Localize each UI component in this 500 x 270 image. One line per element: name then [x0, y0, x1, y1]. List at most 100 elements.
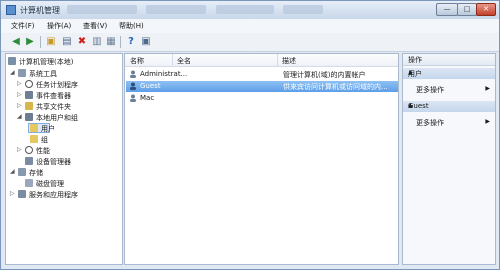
actions-pane: 操作 用户 ▲ 更多操作 ▶ Guest ▲ 更多操作 ▶ — [402, 53, 496, 265]
user-icon — [129, 82, 137, 90]
menu-action[interactable]: 操作(A) — [47, 21, 71, 31]
tree-label: 性能 — [36, 147, 50, 155]
tree-label: 组 — [41, 136, 48, 144]
blurred-tab — [216, 5, 274, 14]
tree-item-performance[interactable]: ▷ 性能 — [17, 146, 117, 156]
console-tree: 计算机管理(本地) ◢ 系统工具 ▷ 任务计划程序 ▷ 事件查看器 ▷ 共享文件… — [5, 53, 123, 265]
collapse-up-icon[interactable]: ▲ — [408, 69, 491, 76]
event-viewer-icon — [25, 91, 33, 99]
more-actions-users[interactable]: 更多操作 ▶ — [403, 84, 495, 95]
toolbar-separator — [120, 36, 121, 48]
toolbar: ◀ ▶ ▣ ▤ ✖ ▥ ▦ ? ▣ — [1, 33, 499, 52]
more-actions-guest[interactable]: 更多操作 ▶ — [403, 117, 495, 128]
user-name: Guest — [140, 82, 161, 90]
collapse-arrow-icon[interactable]: ◢ — [17, 113, 22, 120]
list-row-administrator[interactable]: Administrat... 管理计算机(域)的内置帐户 — [126, 69, 398, 80]
column-name[interactable]: 名称 — [130, 56, 144, 66]
tools-icon — [18, 69, 26, 77]
tree-item-groups[interactable]: 组 — [30, 135, 90, 145]
user-icon — [129, 94, 137, 102]
help-icon[interactable]: ? — [125, 36, 137, 48]
collapse-arrow-icon[interactable]: ◢ — [10, 168, 15, 175]
title-bar[interactable]: 计算机管理 — □ ✕ — [1, 1, 499, 19]
actions-section-users[interactable]: 用户 ▲ — [403, 68, 495, 79]
column-description[interactable]: 描述 — [282, 56, 296, 66]
folder-icon — [30, 135, 38, 143]
menu-help[interactable]: 帮助(H) — [119, 21, 144, 31]
tree-item-task-scheduler[interactable]: ▷ 任务计划程序 — [17, 80, 117, 90]
tree-item-local-users[interactable]: ◢ 本地用户和组 — [17, 113, 117, 123]
tree-label: 服务和应用程序 — [29, 191, 78, 199]
user-list: 名称 全名 描述 Administrat... 管理计算机(域)的内置帐户 Gu… — [124, 53, 399, 265]
performance-icon — [25, 146, 33, 154]
back-icon[interactable]: ◀ — [10, 36, 22, 48]
export-icon[interactable]: ▦ — [105, 36, 117, 48]
tree-label: 共享文件夹 — [36, 103, 71, 111]
column-divider[interactable] — [277, 54, 278, 66]
actions-header-label: 操作 — [408, 56, 422, 64]
tree-label: 存储 — [29, 169, 43, 177]
collapse-up-icon[interactable]: ▲ — [408, 102, 491, 109]
column-fullname[interactable]: 全名 — [177, 56, 191, 66]
expand-arrow-icon[interactable]: ▷ — [17, 91, 22, 98]
properties-icon[interactable]: ▥ — [91, 36, 103, 48]
device-manager-icon — [25, 157, 33, 165]
toolbar-separator — [40, 36, 41, 48]
actions-section-guest[interactable]: Guest ▲ — [403, 101, 495, 112]
storage-icon — [18, 168, 26, 176]
tree-label: 任务计划程序 — [36, 81, 78, 89]
expand-arrow-icon[interactable]: ▷ — [17, 146, 22, 153]
maximize-button[interactable]: □ — [457, 3, 477, 16]
blurred-tab — [146, 5, 206, 14]
blurred-tab — [67, 5, 137, 14]
tree-label: 设备管理器 — [36, 158, 71, 166]
expand-arrow-icon[interactable]: ▷ — [17, 102, 22, 109]
submenu-arrow-icon: ▶ — [485, 118, 490, 125]
forward-icon[interactable]: ▶ — [24, 36, 36, 48]
list-header: 名称 全名 描述 — [125, 54, 398, 67]
collapse-arrow-icon[interactable]: ◢ — [10, 69, 15, 76]
tree-label: 系统工具 — [29, 70, 57, 78]
close-button[interactable]: ✕ — [476, 3, 496, 16]
tree-item-services-apps[interactable]: ▷ 服务和应用程序 — [10, 190, 120, 200]
menu-bar: 文件(F) 操作(A) 查看(V) 帮助(H) — [1, 19, 499, 33]
expand-arrow-icon[interactable]: ▷ — [10, 190, 15, 197]
tree-item-system-tools[interactable]: ◢ 系统工具 — [10, 69, 110, 79]
more-actions-label: 更多操作 — [416, 119, 444, 127]
user-icon — [129, 70, 137, 78]
services-icon — [18, 190, 26, 198]
actions-header: 操作 — [403, 54, 495, 66]
tree-item-disk-management[interactable]: 磁盘管理 — [21, 179, 111, 189]
computer-management-window: 计算机管理 — □ ✕ 文件(F) 操作(A) 查看(V) 帮助(H) ◀ ▶ … — [0, 0, 500, 270]
user-description: 供来宾访问计算机或访问域的内... — [283, 83, 388, 91]
blurred-tab — [283, 5, 323, 14]
column-divider[interactable] — [172, 54, 173, 66]
tree-item-users[interactable]: 用户 — [28, 123, 90, 134]
menu-view[interactable]: 查看(V) — [83, 21, 107, 31]
show-hide-tree-icon[interactable]: ▤ — [61, 36, 73, 48]
tree-item-device-manager[interactable]: 设备管理器 — [17, 157, 117, 167]
user-name: Mac — [140, 94, 155, 102]
more-actions-label: 更多操作 — [416, 86, 444, 94]
tree-item-shared-folders[interactable]: ▷ 共享文件夹 — [17, 102, 117, 112]
clock-icon — [25, 80, 33, 88]
tree-item-storage[interactable]: ◢ 存储 — [10, 168, 110, 178]
up-icon[interactable]: ▣ — [45, 36, 57, 48]
users-group-icon — [25, 113, 33, 121]
tree-item-event-viewer[interactable]: ▷ 事件查看器 — [17, 91, 117, 101]
minimize-button[interactable]: — — [436, 3, 458, 16]
list-row-mac[interactable]: Mac — [126, 93, 398, 104]
delete-icon[interactable]: ✖ — [76, 36, 88, 48]
folder-icon — [30, 124, 38, 132]
tree-label: 事件查看器 — [36, 92, 71, 100]
submenu-arrow-icon: ▶ — [485, 85, 490, 92]
list-row-guest[interactable]: Guest 供来宾访问计算机或访问域的内... — [126, 81, 398, 92]
tree-item-root[interactable]: 计算机管理(本地) — [8, 57, 118, 67]
tree-label: 本地用户和组 — [36, 114, 78, 122]
window-title: 计算机管理 — [20, 6, 60, 15]
console-icon[interactable]: ▣ — [140, 36, 152, 48]
user-name: Administrat... — [140, 70, 188, 78]
disk-icon — [25, 179, 33, 187]
menu-file[interactable]: 文件(F) — [11, 21, 35, 31]
expand-arrow-icon[interactable]: ▷ — [17, 80, 22, 87]
